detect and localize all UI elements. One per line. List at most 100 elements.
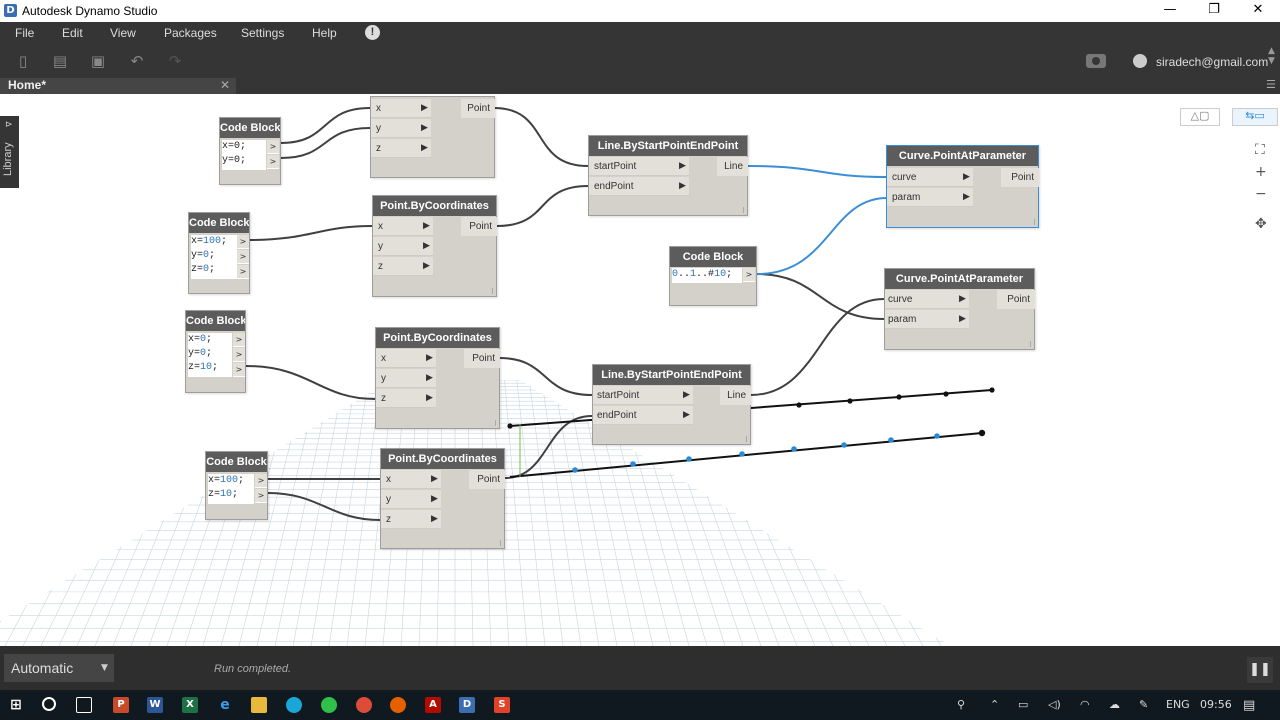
output-port-point[interactable]: Point	[461, 217, 497, 236]
notifications-icon[interactable]: ▤	[1243, 698, 1255, 713]
point-by-coordinates-node[interactable]: Point.ByCoordinates x ▶ y ▶ z ▶ Point	[380, 448, 505, 549]
open-file-icon[interactable]: ▤	[51, 52, 69, 70]
excel-icon[interactable]: X	[182, 697, 198, 713]
code-block-node[interactable]: Code Block x=0; y=0; > >	[219, 117, 281, 185]
output-port-icon[interactable]: >	[267, 140, 279, 154]
edge-icon[interactable]: e	[217, 697, 233, 713]
graph-view-icon[interactable]: ⇆▭	[1232, 108, 1278, 126]
output-port-point[interactable]: Point	[997, 290, 1035, 309]
search-icon[interactable]	[42, 697, 56, 711]
undo-icon[interactable]: ↶	[128, 52, 146, 70]
file-explorer-icon[interactable]	[251, 697, 267, 713]
input-port-z[interactable]: z ▶	[381, 510, 441, 529]
input-port-x[interactable]: x ▶	[381, 470, 441, 489]
input-port-end-point[interactable]: endPoint ▶	[593, 406, 693, 425]
output-port-icon[interactable]: >	[267, 155, 279, 169]
code-text[interactable]: 0..1..#10;	[672, 268, 742, 283]
menu-packages[interactable]: Packages	[164, 26, 217, 40]
menu-view[interactable]: View	[110, 26, 136, 40]
point-by-coordinates-node[interactable]: Point.ByCoordinates x ▶ y ▶ z ▶ Point	[372, 195, 497, 297]
code-block-node[interactable]: Code Block 0..1..#10; >	[669, 246, 757, 306]
clock[interactable]: 09:56	[1200, 698, 1232, 711]
input-port-x[interactable]: x ▶	[371, 99, 431, 118]
volume-icon[interactable]: ◁)	[1048, 698, 1061, 711]
output-port-point[interactable]: Point	[469, 470, 505, 489]
minimize-button[interactable]: —	[1148, 0, 1192, 22]
output-port-icon[interactable]: >	[743, 268, 755, 282]
zoom-in-icon[interactable]: +	[1255, 164, 1267, 180]
tab-menu-icon[interactable]: ☰	[1266, 78, 1276, 91]
menu-edit[interactable]: Edit	[62, 26, 83, 40]
input-port-param[interactable]: param ▶	[887, 188, 973, 207]
resize-grip[interactable]	[1033, 219, 1035, 225]
menu-settings[interactable]: Settings	[241, 26, 284, 40]
output-port-icon[interactable]: >	[233, 363, 245, 377]
input-port-z[interactable]: z ▶	[373, 257, 433, 276]
user-avatar-icon[interactable]	[1133, 54, 1147, 68]
curve-point-at-parameter-node[interactable]: Curve.PointAtParameter curve ▶ param ▶ Poi…	[884, 268, 1035, 350]
input-port-curve[interactable]: curve ▶	[887, 168, 973, 187]
input-port-y[interactable]: y ▶	[371, 119, 431, 138]
notification-alert-icon[interactable]: !	[365, 25, 380, 40]
point-by-coordinates-node[interactable]: Point.ByCoordinates x ▶ y ▶ z ▶ Point	[375, 327, 500, 429]
tab-home[interactable]: Home* ✕	[0, 78, 236, 94]
input-port-x[interactable]: x ▶	[376, 349, 436, 368]
save-icon[interactable]: ▣	[89, 52, 107, 70]
resize-grip[interactable]	[491, 288, 493, 294]
battery-icon[interactable]: ▭	[1018, 698, 1028, 711]
acrobat-icon[interactable]: A	[425, 697, 441, 713]
input-port-z[interactable]: z ▶	[376, 389, 436, 408]
output-port-line[interactable]: Line	[717, 157, 748, 176]
code-text[interactable]: x=0; y=0;	[222, 140, 266, 170]
chevron-up-icon[interactable]: ⌃	[990, 698, 999, 711]
input-port-y[interactable]: y ▶	[373, 237, 433, 256]
zoom-to-fit-icon[interactable]: ⛶	[1255, 142, 1265, 158]
library-panel-tab[interactable]: ⊳ Library	[0, 116, 19, 188]
app-s-icon[interactable]: S	[494, 697, 510, 713]
output-port-icon[interactable]: >	[237, 250, 249, 264]
input-language[interactable]: ENG	[1166, 698, 1190, 711]
input-port-start-point[interactable]: startPoint ▶	[589, 157, 689, 176]
point-by-coordinates-node[interactable]: x ▶ y ▶ z ▶ Point	[370, 96, 495, 178]
curve-point-at-parameter-node[interactable]: Curve.PointAtParameter curve ▶ param ▶ Poi…	[886, 145, 1039, 228]
onedrive-icon[interactable]: ☁	[1109, 698, 1120, 711]
task-view-icon[interactable]	[76, 697, 92, 713]
wifi-icon[interactable]: ◠	[1080, 698, 1090, 711]
code-text[interactable]: x=100; y=0; z=0;	[191, 235, 237, 279]
output-port-icon[interactable]: >	[255, 489, 267, 503]
input-port-end-point[interactable]: endPoint ▶	[589, 177, 689, 196]
output-port-icon[interactable]: >	[237, 235, 249, 249]
resize-grip[interactable]	[499, 540, 501, 546]
pen-icon[interactable]: ✎	[1139, 698, 1148, 711]
input-port-y[interactable]: y ▶	[376, 369, 436, 388]
menu-help[interactable]: Help	[312, 26, 337, 40]
input-port-z[interactable]: z ▶	[371, 139, 431, 158]
geometry-view-icon[interactable]: △▢	[1180, 108, 1220, 126]
people-icon[interactable]: ⚲	[957, 698, 965, 711]
resize-grip[interactable]	[494, 420, 496, 426]
user-account[interactable]: siradech@gmail.com	[1156, 55, 1268, 69]
dynamo-taskbar-icon[interactable]: D	[459, 697, 475, 713]
output-port-point[interactable]: Point	[1001, 168, 1039, 187]
chrome-icon[interactable]	[356, 697, 372, 713]
output-port-icon[interactable]: >	[255, 474, 267, 488]
code-text[interactable]: x=0; y=0; z=10;	[188, 333, 232, 377]
restore-button[interactable]: ❐	[1192, 0, 1236, 22]
code-block-node[interactable]: Code Block x=100; z=10; > >	[205, 451, 268, 520]
input-port-curve[interactable]: curve ▶	[885, 290, 969, 309]
redo-icon[interactable]: ↷	[166, 52, 184, 70]
resize-grip[interactable]	[745, 436, 747, 442]
new-file-icon[interactable]: ▯	[14, 52, 32, 70]
line-chat-icon[interactable]	[321, 697, 337, 713]
output-port-icon[interactable]: >	[233, 333, 245, 347]
windows-start-icon[interactable]: ⊞	[8, 697, 24, 713]
run-mode-select[interactable]: Automatic ▼	[4, 654, 114, 682]
firefox-icon[interactable]	[390, 697, 406, 713]
line-by-start-point-end-point-node[interactable]: Line.ByStartPointEndPoint startPoint ▶ en…	[592, 364, 751, 445]
pause-icon[interactable]: ❚❚	[1247, 657, 1273, 683]
pan-icon[interactable]: ✥	[1255, 216, 1267, 232]
output-port-line[interactable]: Line	[720, 386, 751, 405]
resize-grip[interactable]	[742, 207, 744, 213]
close-button[interactable]: ✕	[1236, 0, 1280, 22]
powerpoint-icon[interactable]: P	[113, 697, 129, 713]
